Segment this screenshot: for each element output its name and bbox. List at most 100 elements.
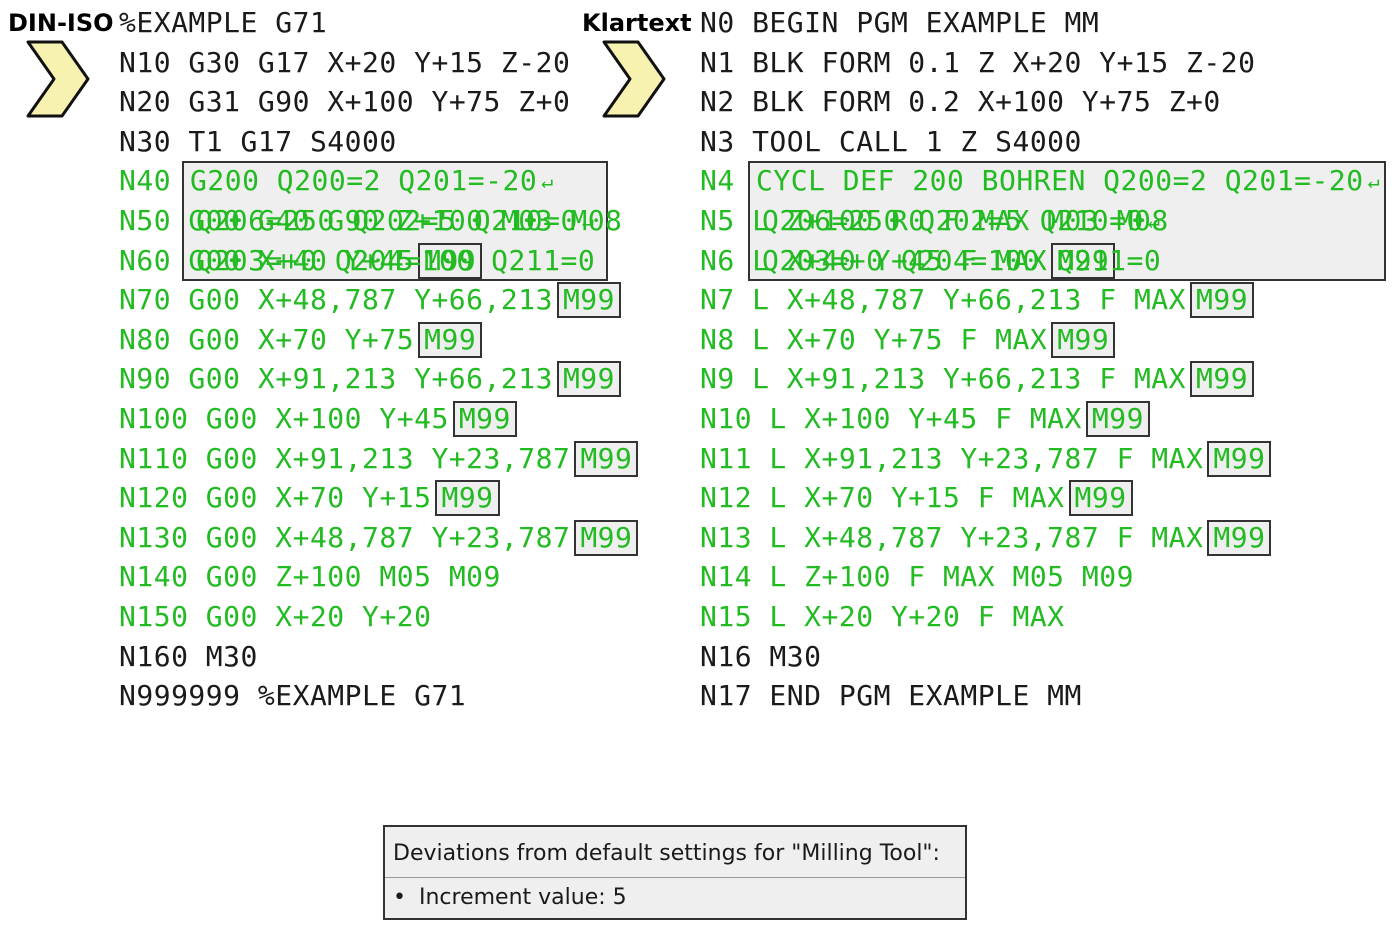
code-word: MM <box>1047 6 1100 39</box>
code-word: T1 <box>171 124 224 158</box>
chevron-right-icon <box>26 40 90 118</box>
code-line: N120 G00 X+70 Y+15 M99 <box>119 480 500 517</box>
m99-boxed: M99 <box>574 519 639 556</box>
code-word: M30 <box>188 639 258 673</box>
return-arrow-icon: ↵ <box>1147 209 1161 233</box>
code-word: CALL <box>821 124 909 158</box>
code-word: G00 <box>171 283 241 317</box>
code-word: X+20 <box>309 45 397 79</box>
code-word: Y+23,787 <box>943 520 1100 554</box>
block-number: N40 <box>119 164 172 198</box>
return-arrow-icon: ↵ <box>541 169 554 194</box>
code-word: Z+0 <box>500 85 571 119</box>
m99-boxed: M99 <box>1085 401 1150 437</box>
block-number: N3 <box>700 124 735 158</box>
note-item: • Increment value: 5 <box>393 885 627 910</box>
block-number: N5 <box>700 204 735 237</box>
cycle-parameter: Q206=250 <box>762 204 901 237</box>
code-word: X+70 <box>240 322 328 356</box>
code-word: M09 <box>431 560 501 594</box>
cycle-parameter: Q202=5 <box>900 204 1023 237</box>
code-word: Y+20 <box>344 600 432 633</box>
code-word: X+91,213 <box>257 441 415 475</box>
code-word: L <box>734 283 770 317</box>
code-word: L <box>752 402 787 435</box>
block-number: N30 <box>119 124 172 158</box>
code-word: Y+15 <box>873 481 961 515</box>
cycle-parameter: 200 <box>894 164 965 198</box>
code-word: MAX <box>925 560 996 594</box>
block-number: N6 <box>700 243 735 277</box>
code-word: Y+66,213 <box>925 283 1082 317</box>
code-line: N12 L X+70 Y+15 F MAX M99 <box>700 480 1133 517</box>
code-word: X+48,787 <box>240 283 397 317</box>
code-word: X+20 <box>786 600 874 633</box>
code-word: F <box>1081 283 1117 317</box>
code-word: BEGIN <box>734 6 839 39</box>
code-word: Z+0 <box>1151 85 1221 119</box>
m99-boxed: M99 <box>556 361 622 398</box>
code-word: Y+75 <box>327 322 415 356</box>
code-line: N17 END PGM EXAMPLE MM <box>700 680 1082 712</box>
code-line: N160 M30 <box>119 641 258 673</box>
code-word: MAX <box>995 600 1065 633</box>
code-word: G71 <box>257 6 328 39</box>
code-word: %EXAMPLE <box>240 679 397 713</box>
code-line: N140 G00 Z+100 M05 M09 <box>119 561 501 593</box>
code-line: N2 BLK FORM 0.2 X+100 Y+75 Z+0 <box>700 86 1221 118</box>
block-number: N100 <box>119 402 189 435</box>
cycle-parameter: Q211=0 <box>1039 243 1162 277</box>
return-arrow-icon: ↵ <box>581 209 595 233</box>
code-word: S4000 <box>292 124 397 158</box>
m99-boxed: M99 <box>1207 519 1272 556</box>
code-line: N3 TOOL CALL 1 Z S4000 <box>700 126 1082 158</box>
code-word: M30 <box>752 639 822 673</box>
code-word: F <box>1099 520 1134 554</box>
code-word: F <box>890 560 926 594</box>
code-word: X+100 <box>309 85 415 119</box>
block-number: N4 <box>700 164 735 198</box>
code-word: BLK <box>734 45 805 79</box>
cycle-parameter: Q203=+0 <box>762 243 884 277</box>
code-line: N130 G00 X+48,787 Y+23,787 M99 <box>119 519 639 556</box>
code-word: M09 <box>1064 560 1134 594</box>
code-line: %EXAMPLE G71 <box>119 7 327 39</box>
code-word: L <box>752 441 787 475</box>
code-line: N9 L X+91,213 Y+66,213 F MAX M99 <box>700 361 1255 398</box>
code-word: G31 <box>171 85 241 119</box>
code-word: X+70 <box>786 481 874 515</box>
cycle-parameter: Q211=0 <box>473 243 596 277</box>
code-word: X+48,787 <box>257 520 415 554</box>
chevron-right-icon <box>602 40 666 118</box>
code-word: X+48,787 <box>769 283 926 317</box>
code-word: Y+75 <box>856 322 944 356</box>
code-word: MAX <box>1116 362 1187 396</box>
code-word: G90 <box>240 85 310 119</box>
cycle-parameter: Q210=0 <box>1022 204 1144 237</box>
code-word: Y+66,213 <box>396 283 553 317</box>
code-line: N100 G00 X+100 Y+45 M99 <box>119 401 517 437</box>
cycle-parameter: DEF <box>825 164 895 198</box>
code-line: N90 G00 X+91,213 Y+66,213 M99 <box>119 361 622 398</box>
code-word: TOOL <box>734 124 822 158</box>
cycle-parameter: Q200=2 <box>1085 164 1208 198</box>
code-line: N7 L X+48,787 Y+66,213 F MAX M99 <box>700 282 1255 319</box>
code-word: G00 <box>188 600 258 633</box>
code-line: N110 G00 X+91,213 Y+23,787 M99 <box>119 440 639 477</box>
code-word: L <box>752 481 787 515</box>
code-word: 0.1 <box>890 45 961 79</box>
code-word: G30 <box>171 45 241 79</box>
code-line: N4 <box>700 165 735 197</box>
note-title: Deviations from default settings for "Mi… <box>393 841 940 866</box>
code-word: F <box>943 322 978 356</box>
block-number: %EXAMPLE <box>119 6 258 39</box>
cycle-parameter: Q201=-20 <box>1207 164 1364 198</box>
code-word: F <box>977 402 1013 435</box>
code-word: Y+45 <box>890 402 978 435</box>
code-word: X+70 <box>769 322 857 356</box>
code-line: N0 BEGIN PGM EXAMPLE MM <box>700 7 1099 39</box>
code-word: Y+23,787 <box>414 520 571 554</box>
code-word: PGM <box>821 679 891 713</box>
code-word: Z+100 <box>257 560 363 594</box>
code-word: MAX <box>1116 283 1187 317</box>
